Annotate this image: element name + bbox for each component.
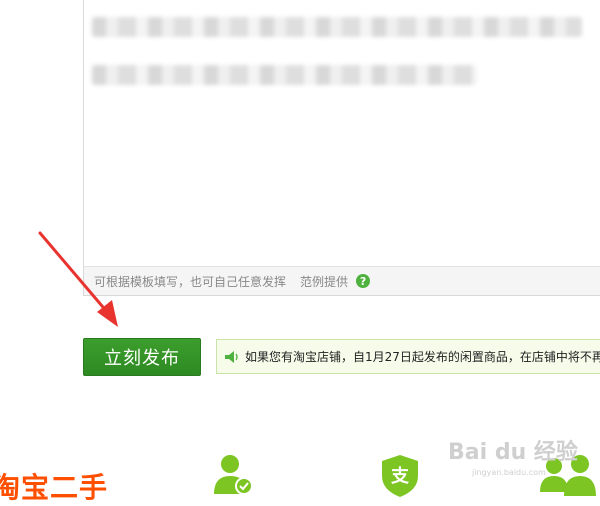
notice-banner: 如果您有淘宝店铺，自1月27日起发布的闲置商品，在店铺中将不再 (216, 339, 600, 374)
blurred-text-line (92, 17, 582, 37)
publish-now-button[interactable]: 立刻发布 (83, 338, 201, 376)
verified-user-icon (214, 455, 253, 495)
notice-text: 如果您有淘宝店铺，自1月27日起发布的闲置商品，在店铺中将不再 (245, 350, 600, 364)
example-link[interactable]: 范例提供 (300, 273, 348, 290)
speaker-icon (225, 350, 238, 363)
description-editor[interactable]: 可根据模板填写，也可自己任意发挥 范例提供 ? (83, 0, 600, 296)
alipay-shield-label: 支 (391, 466, 409, 487)
baidu-watermark-url: jingyan.baidu.com (472, 468, 546, 477)
taobao-secondhand-logo: 淘宝二手 (0, 471, 109, 504)
editor-hint-text: 可根据模板填写，也可自己任意发挥 (94, 274, 287, 289)
editor-hint-bar: 可根据模板填写，也可自己任意发挥 范例提供 ? (84, 266, 600, 295)
help-icon[interactable]: ? (356, 274, 371, 288)
baidu-watermark: Bai du 经验 (448, 440, 578, 465)
blurred-text-line (92, 65, 477, 85)
